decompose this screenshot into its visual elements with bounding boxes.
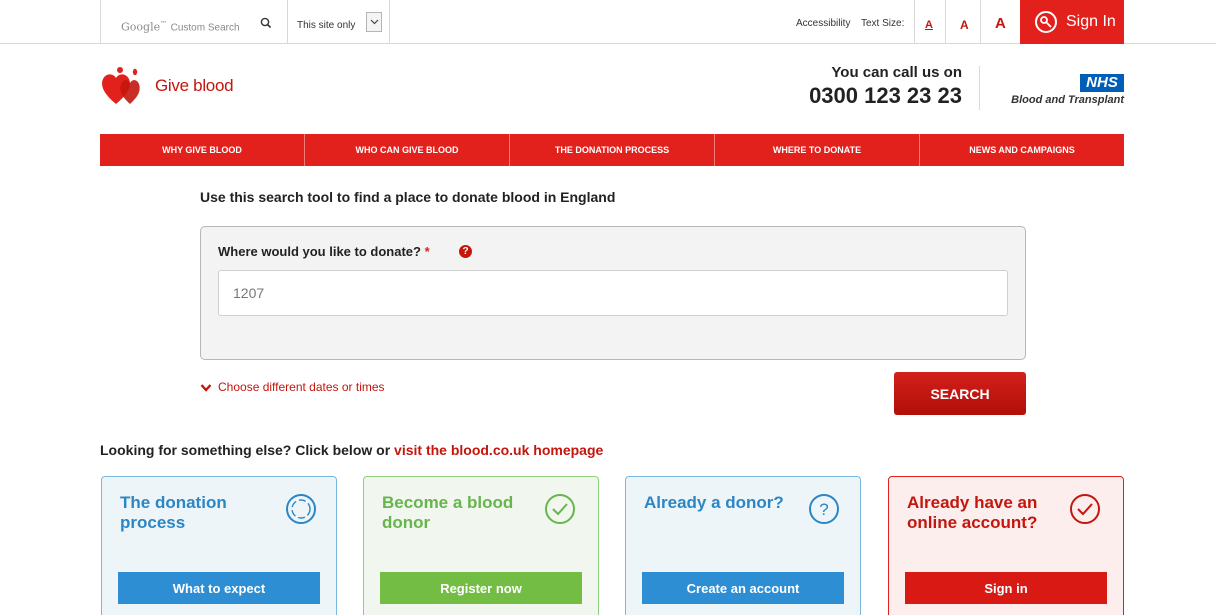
homepage-link[interactable]: visit the blood.co.uk homepage bbox=[394, 442, 603, 458]
card-donation-process: The donation process What to expect bbox=[101, 476, 337, 615]
card-become-donor: Become a blood donor Register now bbox=[363, 476, 599, 615]
divider bbox=[979, 66, 980, 110]
help-icon[interactable]: ? bbox=[459, 245, 472, 258]
heart-logo-icon bbox=[102, 67, 140, 104]
svg-text:?: ? bbox=[819, 500, 828, 519]
card-title: Already have an online account? bbox=[907, 493, 1038, 532]
search-panel: Where would you like to donate? * ? bbox=[200, 226, 1026, 360]
nav-item-why-give-blood[interactable]: WHY GIVE BLOOD bbox=[100, 134, 305, 166]
choose-dates-toggle[interactable]: Choose different dates or times bbox=[200, 380, 385, 394]
nhs-subtitle: Blood and Transplant bbox=[1011, 94, 1124, 106]
nav-item-who-can-give-blood[interactable]: WHO CAN GIVE BLOOD bbox=[305, 134, 510, 166]
search-button[interactable]: SEARCH bbox=[894, 372, 1026, 415]
check-circle-icon bbox=[1070, 494, 1100, 524]
sign-in-label: Sign In bbox=[1066, 13, 1116, 30]
call-us: You can call us on 0300 123 23 23 bbox=[790, 64, 962, 109]
nav-item-donation-process[interactable]: THE DONATION PROCESS bbox=[510, 134, 715, 166]
sign-in-button[interactable]: Sign In bbox=[1020, 0, 1124, 44]
create-account-button[interactable]: Create an account bbox=[642, 572, 844, 604]
card-title: The donation process bbox=[120, 493, 227, 532]
text-size-label: Text Size: bbox=[861, 18, 905, 29]
search-placeholder-text: Custom Search bbox=[170, 22, 240, 34]
site-search[interactable]: Google™ Custom Search This site only bbox=[100, 0, 390, 44]
chevron-down-icon bbox=[200, 384, 212, 392]
looking-text: Looking for something else? Click below … bbox=[100, 442, 395, 458]
site-select-value[interactable]: This site only bbox=[297, 20, 355, 31]
register-now-button[interactable]: Register now bbox=[380, 572, 582, 604]
logo-text: Give blood bbox=[155, 76, 234, 95]
accessibility-link[interactable]: Accessibility bbox=[796, 18, 850, 29]
card-title: Become a blood donor bbox=[382, 493, 514, 532]
phone-number[interactable]: 0300 123 23 23 bbox=[790, 83, 962, 109]
question-circle-icon: ? bbox=[809, 494, 839, 524]
give-blood-logo[interactable]: Give blood bbox=[100, 66, 250, 106]
chevron-down-icon bbox=[370, 19, 379, 25]
search-icon[interactable] bbox=[259, 16, 273, 30]
card-sign-in-button[interactable]: Sign in bbox=[905, 572, 1107, 604]
divider bbox=[914, 0, 915, 44]
divider bbox=[980, 0, 981, 44]
key-icon bbox=[1035, 11, 1057, 33]
card-already-donor: Already a donor? ? Create an account bbox=[625, 476, 861, 615]
required-marker: * bbox=[424, 244, 430, 259]
call-label: You can call us on bbox=[831, 64, 962, 81]
location-label-text: Where would you like to donate? bbox=[218, 244, 421, 259]
text-size-medium-button[interactable]: A bbox=[960, 18, 969, 32]
page-title: Use this search tool to find a place to … bbox=[200, 189, 616, 205]
circle-icon bbox=[286, 494, 316, 524]
nav-item-where-to-donate[interactable]: WHERE TO DONATE bbox=[715, 134, 920, 166]
nhs-logo[interactable]: NHS bbox=[1080, 74, 1124, 92]
what-to-expect-button[interactable]: What to expect bbox=[118, 572, 320, 604]
location-input[interactable] bbox=[218, 270, 1008, 316]
check-circle-icon bbox=[545, 494, 575, 524]
main-nav: WHY GIVE BLOOD WHO CAN GIVE BLOOD THE DO… bbox=[100, 134, 1124, 166]
card-online-account: Already have an online account? Sign in bbox=[888, 476, 1124, 615]
text-size-small-button[interactable]: A bbox=[925, 19, 933, 31]
card-title: Already a donor? bbox=[644, 493, 784, 512]
looking-for-else: Looking for something else? Click below … bbox=[100, 442, 603, 458]
search-placeholder-tm: ™ bbox=[160, 20, 168, 28]
choose-dates-label: Choose different dates or times bbox=[218, 380, 385, 394]
text-size-large-button[interactable]: A bbox=[995, 15, 1006, 32]
location-field-label: Where would you like to donate? * bbox=[218, 244, 430, 259]
nav-item-news-and-campaigns[interactable]: NEWS AND CAMPAIGNS bbox=[920, 134, 1124, 166]
divider bbox=[945, 0, 946, 44]
site-select-dropdown[interactable] bbox=[366, 12, 382, 32]
divider bbox=[287, 0, 288, 44]
top-utility-bar: Google™ Custom Search This site only Acc… bbox=[0, 0, 1216, 44]
search-placeholder-brand: Google bbox=[121, 20, 161, 34]
search-input[interactable]: Google™ Custom Search bbox=[121, 20, 240, 34]
